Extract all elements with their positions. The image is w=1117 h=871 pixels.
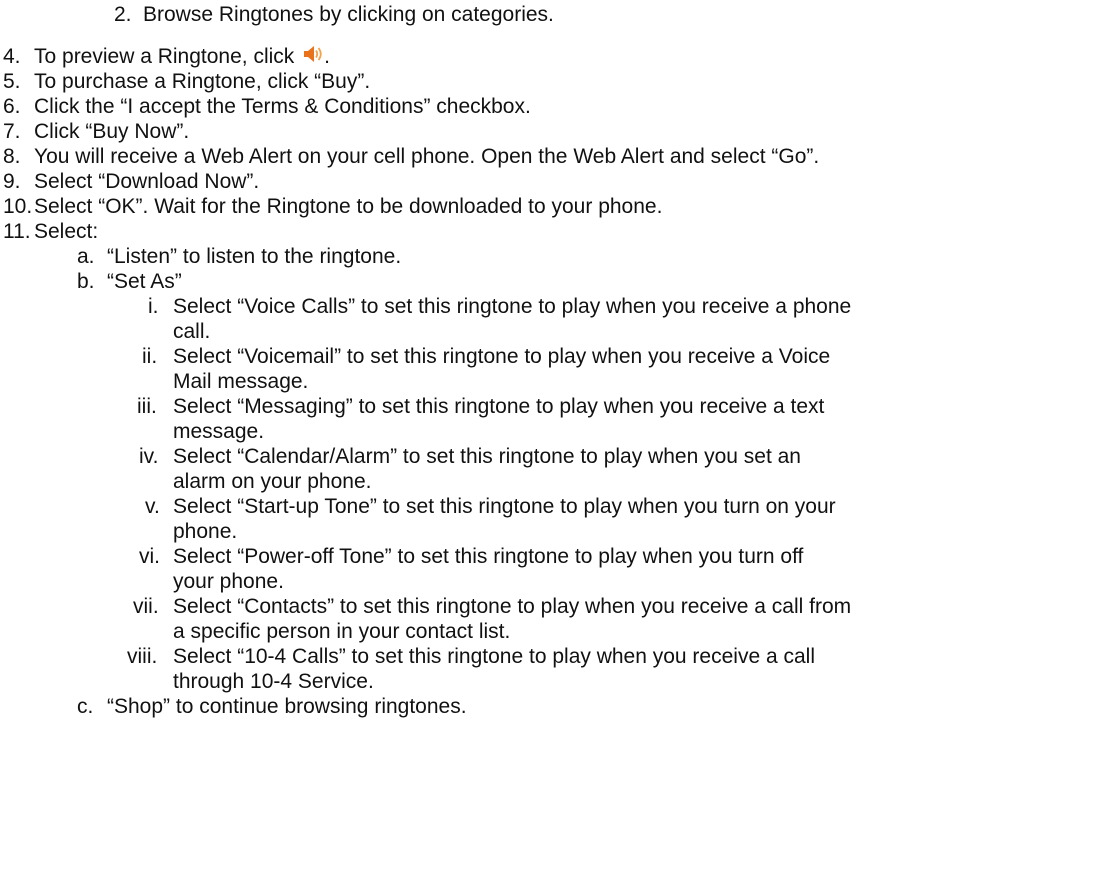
roman-label: viii. [127, 645, 158, 668]
roman-label: v. [145, 495, 160, 518]
roman-label: iv. [139, 445, 159, 468]
roman-text-line-2: phone. [173, 520, 238, 543]
roman-label: iii. [137, 395, 157, 418]
step-number: 2. [114, 3, 132, 26]
step-text: Click “Buy Now”. [34, 120, 190, 143]
roman-label: ii. [142, 345, 158, 368]
step-number: 9. [3, 170, 21, 193]
step-text: You will receive a Web Alert on your cel… [34, 145, 820, 168]
sub-label: b. [77, 270, 95, 293]
step-text: Select “Download Now”. [34, 170, 260, 193]
roman-text-line-1: Select “Contacts” to set this ringtone t… [173, 595, 852, 618]
roman-label: i. [148, 295, 159, 318]
roman-text-line-1: Select “Power-off Tone” to set this ring… [173, 545, 804, 568]
step-text: Select “OK”. Wait for the Ringtone to be… [34, 195, 663, 218]
step-number: 6. [3, 95, 21, 118]
roman-text-line-2: a specific person in your contact list. [173, 620, 511, 643]
step-text: Click the “I accept the Terms & Conditio… [34, 95, 531, 118]
roman-text-line-1: Select “10-4 Calls” to set this ringtone… [173, 645, 815, 668]
step-number: 7. [3, 120, 21, 143]
step-number: 8. [3, 145, 21, 168]
step-text: Browse Ringtones by clicking on categori… [143, 3, 554, 26]
step-text: Select: [34, 220, 99, 243]
roman-text-line-2: alarm on your phone. [173, 470, 372, 493]
sub-text: “Shop” to continue browsing ringtones. [107, 695, 467, 718]
step-number: 10. [3, 195, 33, 218]
roman-text-line-1: Select “Voicemail” to set this ringtone … [173, 345, 831, 368]
roman-text-line-1: Select “Start-up Tone” to set this ringt… [173, 495, 836, 518]
step-text: To purchase a Ringtone, click “Buy”. [34, 70, 371, 93]
roman-text-line-2: your phone. [173, 570, 284, 593]
roman-label: vi. [139, 545, 160, 568]
roman-text-line-2: message. [173, 420, 265, 443]
instruction-document: 2. Browse Ringtones by clicking on categ… [0, 0, 1117, 871]
roman-text-line-1: Select “Messaging” to set this ringtone … [173, 395, 825, 418]
roman-text-line-1: Select “Voice Calls” to set this rington… [173, 295, 852, 318]
roman-text-line-2: Mail message. [173, 370, 309, 393]
speaker-icon [304, 46, 322, 62]
step-text: To preview a Ringtone, click . [34, 45, 330, 68]
step-number: 11. [3, 220, 31, 243]
sub-label: a. [77, 245, 95, 268]
sub-text: “Set As” [107, 270, 182, 293]
roman-text-line-2: call. [173, 320, 211, 343]
roman-text-line-1: Select “Calendar/Alarm” to set this ring… [173, 445, 801, 468]
sub-text: “Listen” to listen to the ringtone. [107, 245, 402, 268]
step-number: 4. [3, 45, 21, 68]
step-number: 5. [3, 70, 21, 93]
roman-label: vii. [133, 595, 159, 618]
roman-text-line-2: through 10-4 Service. [173, 670, 374, 693]
sub-label: c. [77, 695, 94, 718]
